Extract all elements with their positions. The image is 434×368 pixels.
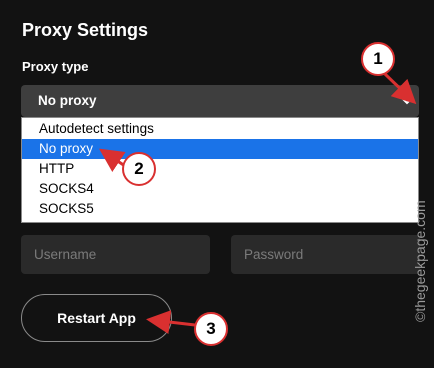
watermark: ©thegeekpage.com xyxy=(412,200,428,322)
annotation-badge-3: 3 xyxy=(194,312,228,346)
annotation-badge-1: 1 xyxy=(361,42,395,76)
annotation-arrow-3 xyxy=(146,310,196,334)
annotation-arrow-1 xyxy=(383,72,417,105)
annotation-badge-2: 2 xyxy=(122,152,156,186)
